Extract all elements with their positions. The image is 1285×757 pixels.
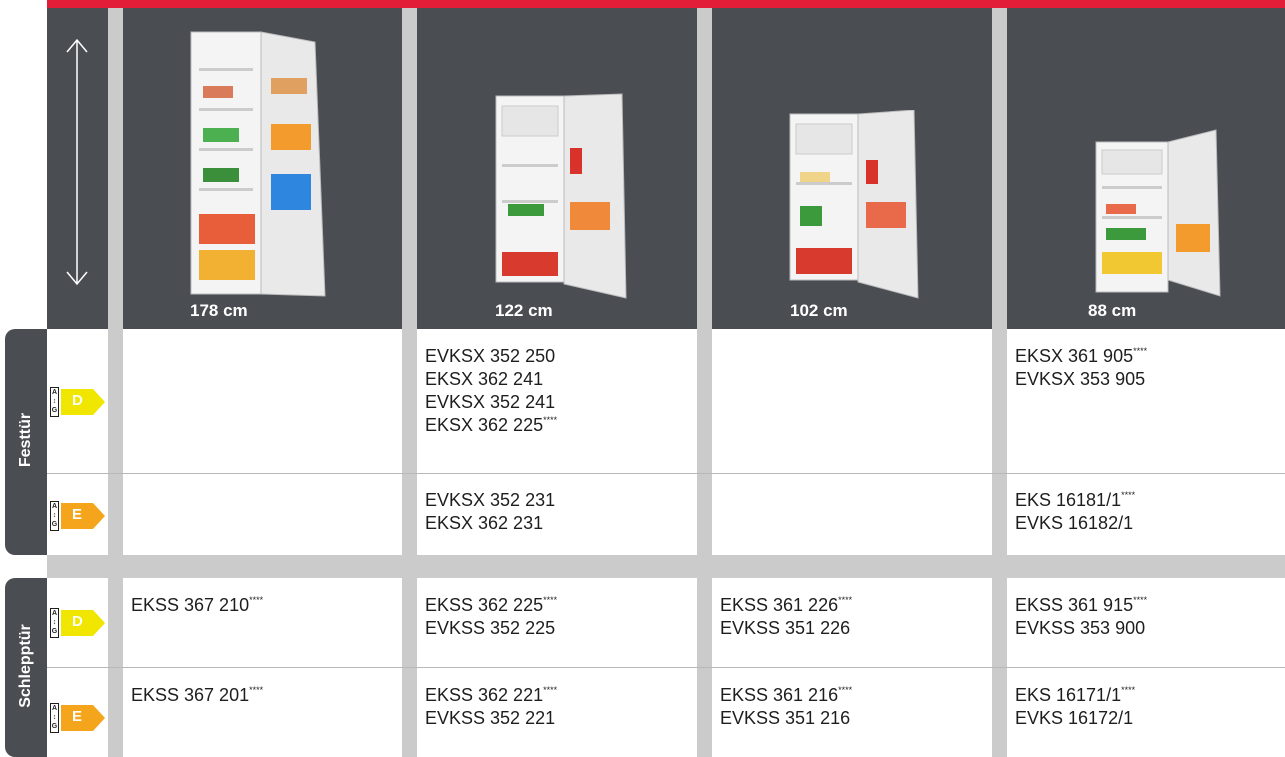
model-number: EVKSS 352 225 [425,618,556,638]
energy-scale-icon: A ↕ G [50,501,59,531]
model-number: EKSX 362 225**** [425,415,558,435]
model-number: EKSX 361 905**** [1015,346,1148,366]
model-cell: EVKSX 352 231 EKSX 362 231 [425,489,555,535]
model-cell: EKSS 362 221**** EVKSS 352 221 [425,684,557,730]
group-separator [47,555,1285,578]
model-cell: EVKSX 352 250 EKSX 362 241 EVKSX 352 241 EK… [425,345,557,437]
footnote-mark: **** [838,685,853,695]
model-number: EKSS 361 915**** [1015,595,1148,615]
model-cell: EKSS 367 210**** [131,594,263,617]
model-number: EKSS 361 216**** [720,685,853,705]
column-separator [402,8,417,757]
footnote-mark: **** [1121,490,1136,500]
model-number: EKSS 362 221**** [425,685,558,705]
energy-label-festtuer-e: A ↕ G E [50,501,106,531]
energy-class-arrow-icon [61,705,105,731]
model-cell: EKSX 361 905**** EVKSX 353 905 [1015,345,1147,391]
model-number: EVKSS 352 221 [425,708,556,728]
model-number: EKSS 367 201**** [131,685,264,705]
double-arrow-vertical-icon [66,38,88,286]
model-number: EVKSX 353 905 [1015,369,1146,389]
row-divider [47,667,1285,668]
model-cell: EKSS 367 201**** [131,684,263,707]
energy-scale-icon: A ↕ G [50,703,59,733]
model-number: EKSX 362 231 [425,513,544,533]
energy-scale-icon: A ↕ G [50,608,59,638]
fridge-102-image [789,110,919,299]
footnote-mark: **** [1121,685,1136,695]
model-number: EKSS 367 210**** [131,595,264,615]
model-number: EVKSX 352 250 [425,346,556,366]
footnote-mark: **** [1133,595,1148,605]
group-label-schlepptuer: Schlepptür [17,624,34,708]
model-cell: EKS 16181/1**** EVKS 16182/1 [1015,489,1135,535]
fridge-88-image [1095,129,1221,297]
model-number: EVKS 16172/1 [1015,708,1134,728]
model-number: EKS 16181/1**** [1015,490,1136,510]
row-divider [47,473,1285,474]
model-number: EKSX 362 241 [425,369,544,389]
fridge-178-image [190,31,326,297]
footnote-mark: **** [543,415,558,425]
top-accent-bar [47,0,1285,8]
model-number: EKSS 362 225**** [425,595,558,615]
footnote-mark: **** [543,595,558,605]
model-number: EVKSS 351 226 [720,618,851,638]
height-label-178: 178 cm [190,301,248,320]
footnote-mark: **** [543,685,558,695]
column-separator [697,8,712,757]
model-cell: EKSS 361 226**** EVKSS 351 226 [720,594,852,640]
energy-label-schlepptuer-d: A ↕ G D [50,608,106,638]
model-number: EVKS 16182/1 [1015,513,1134,533]
model-number: EVKSX 352 231 [425,490,556,510]
model-number: EVKSS 351 216 [720,708,851,728]
column-separator [108,8,123,757]
energy-scale-icon: A ↕ G [50,387,59,417]
height-label-88: 88 cm [1088,301,1137,320]
height-label-102: 102 cm [790,301,848,320]
model-cell: EKS 16171/1**** EVKS 16172/1 [1015,684,1135,730]
model-number: EKSS 361 226**** [720,595,853,615]
energy-label-festtuer-d: A ↕ G D [50,387,106,417]
footnote-mark: **** [838,595,853,605]
height-label-122: 122 cm [495,301,553,320]
model-cell: EKSS 362 225**** EVKSS 352 225 [425,594,557,640]
model-cell: EKSS 361 915**** EVKSS 353 900 [1015,594,1147,640]
fridge-122-image [495,93,627,299]
model-number: EVKSX 352 241 [425,392,556,412]
group-label-festtuer: Festtür [17,412,34,468]
footnote-mark: **** [249,595,264,605]
energy-class-arrow-icon [61,610,105,636]
column-separator [992,8,1007,757]
model-cell: EKSS 361 216**** EVKSS 351 216 [720,684,852,730]
energy-class-arrow-icon [61,503,105,529]
energy-class-arrow-icon [61,389,105,415]
model-number: EVKSS 353 900 [1015,618,1146,638]
energy-label-schlepptuer-e: A ↕ G E [50,703,106,733]
footnote-mark: **** [249,685,264,695]
footnote-mark: **** [1133,346,1148,356]
model-number: EKS 16171/1**** [1015,685,1136,705]
